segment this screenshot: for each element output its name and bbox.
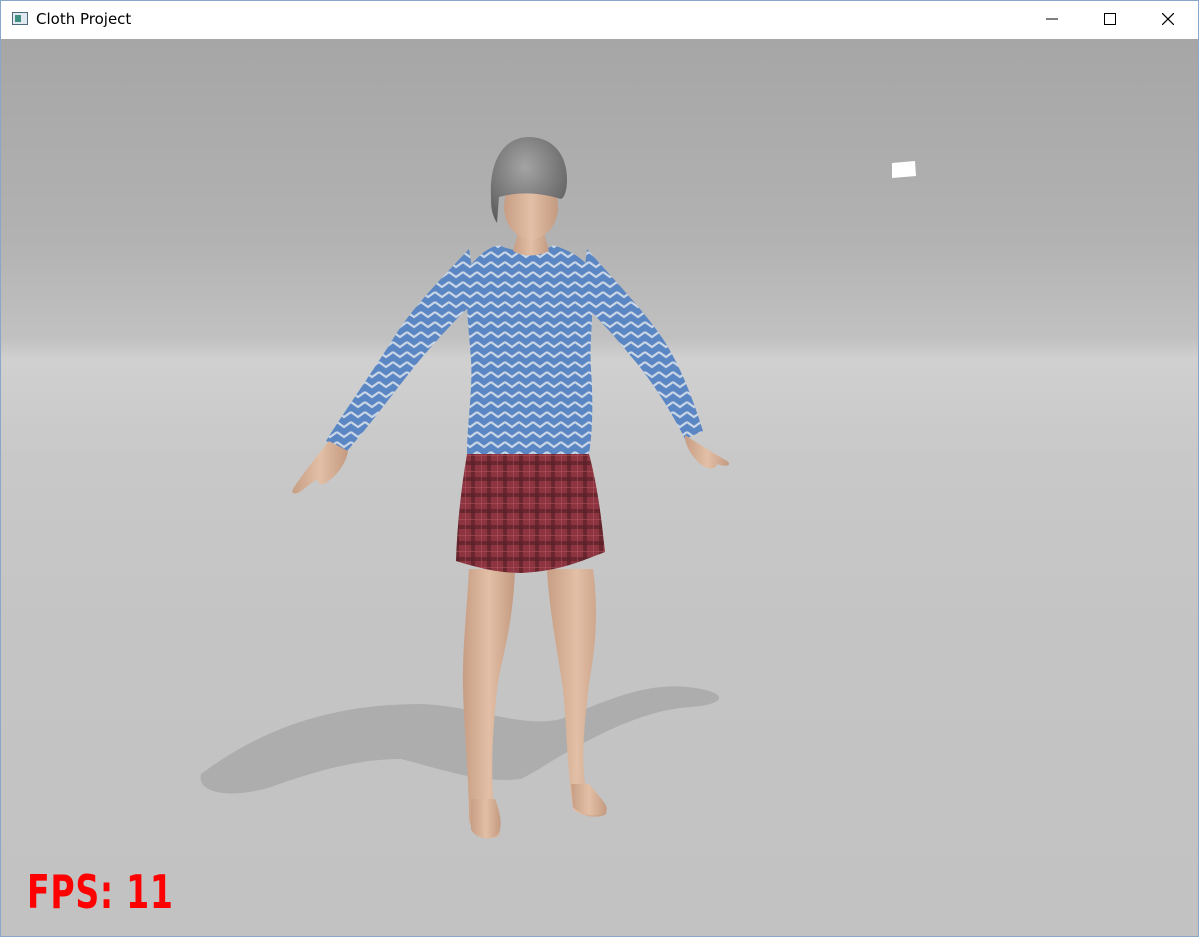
left-foot [471,799,501,839]
app-window: Cloth Project FPS: 11 [0,0,1199,937]
right-arm-sleeve [581,249,703,439]
app-window-icon[interactable] [12,12,28,25]
render-viewport[interactable]: FPS: 11 [1,39,1198,936]
figure-shadow [200,686,720,794]
shirt [466,245,593,454]
left-hand [292,441,348,494]
window-title: Cloth Project [36,10,132,28]
fps-counter: FPS: 11 [27,865,174,919]
3d-scene[interactable] [1,39,1198,936]
minimize-icon [1046,18,1058,20]
title-bar[interactable]: Cloth Project [1,1,1198,38]
light-gizmo[interactable] [892,161,916,178]
maximize-button[interactable] [1081,1,1139,38]
close-button[interactable] [1139,1,1197,38]
right-leg [547,569,607,817]
left-leg [462,569,515,839]
skirt [456,454,605,573]
minimize-button[interactable] [1023,1,1081,38]
left-arm-sleeve [326,249,477,451]
maximize-icon [1104,13,1116,25]
right-hand [685,435,730,469]
close-icon [1162,13,1174,25]
